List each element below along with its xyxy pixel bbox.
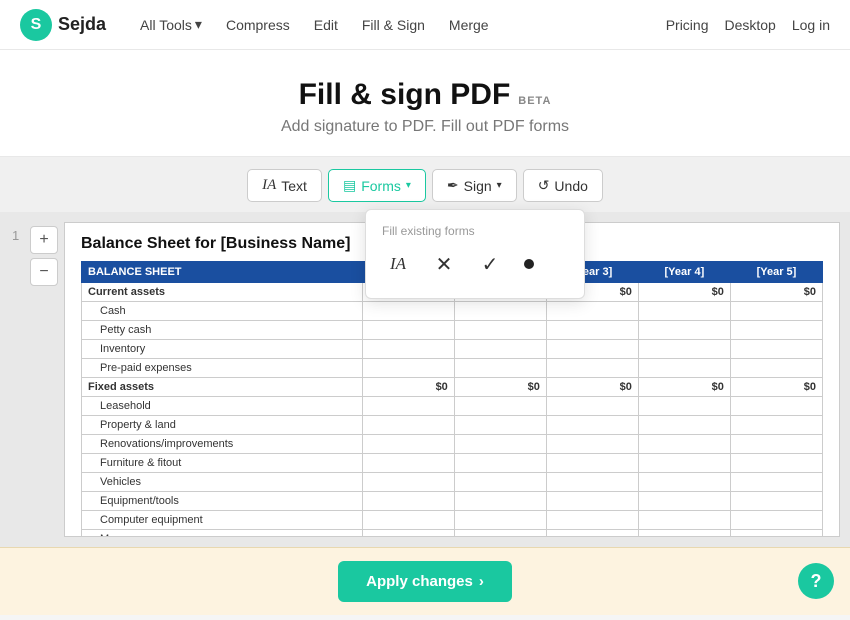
zoom-in-button[interactable]: +: [30, 226, 58, 254]
help-button[interactable]: ?: [798, 563, 834, 599]
nav-desktop[interactable]: Desktop: [724, 17, 775, 33]
table-row: Pre-paid expenses: [82, 359, 823, 378]
nav-links: All Tools ▾ Compress Edit Fill & Sign Me…: [130, 10, 658, 39]
sign-icon: ✒: [447, 177, 459, 194]
forms-dropdown: Fill existing forms IA ✕ ✓: [365, 209, 585, 299]
zoom-controls: + −: [30, 222, 64, 537]
page-number: 1: [10, 222, 30, 537]
beta-badge: BETA: [518, 95, 551, 107]
table-row: Fixed assets$0$0$0$0$0: [82, 378, 823, 397]
table-row: Cash: [82, 302, 823, 321]
table-row: Vehicles: [82, 473, 823, 492]
hero-section: Fill & sign PDF BETA Add signature to PD…: [0, 50, 850, 157]
chevron-down-icon: ▾: [195, 16, 202, 33]
nav-merge[interactable]: Merge: [439, 11, 499, 39]
text-tool-button[interactable]: IA Text: [247, 169, 322, 202]
nav-compress[interactable]: Compress: [216, 11, 300, 39]
table-row: Inventory: [82, 340, 823, 359]
table-row: Petty cash: [82, 321, 823, 340]
dropdown-text-icon[interactable]: IA: [382, 248, 414, 280]
balance-table: BALANCE SHEET [Year 1] [Year 2] [Year 3]…: [81, 261, 823, 537]
dropdown-cross-icon[interactable]: ✕: [428, 248, 460, 280]
sign-tool-button[interactable]: ✒ Sign ▾: [432, 169, 517, 202]
nav-right: Pricing Desktop Log in: [666, 17, 830, 33]
bottom-bar: Apply changes › ?: [0, 547, 850, 615]
nav-fill-sign[interactable]: Fill & Sign: [352, 11, 435, 39]
sign-caret-icon: ▾: [497, 180, 502, 191]
nav-edit[interactable]: Edit: [304, 11, 348, 39]
table-row: Equipment/tools: [82, 492, 823, 511]
navbar: S Sejda All Tools ▾ Compress Edit Fill &…: [0, 0, 850, 50]
forms-icon: ▤: [343, 177, 356, 194]
nav-all-tools[interactable]: All Tools ▾: [130, 10, 212, 39]
col-header-name: BALANCE SHEET: [82, 262, 363, 283]
dropdown-dot-icon[interactable]: [520, 259, 538, 269]
dropdown-check-icon[interactable]: ✓: [474, 248, 506, 280]
text-tool-icon: IA: [262, 177, 276, 194]
brand-name: Sejda: [58, 14, 106, 35]
table-row: Computer equipment: [82, 511, 823, 530]
table-row: Furniture & fitout: [82, 454, 823, 473]
nav-login[interactable]: Log in: [792, 17, 830, 33]
dropdown-icons-row: IA ✕ ✓: [366, 244, 584, 288]
apply-arrow-icon: ›: [479, 573, 484, 590]
logo-icon: S: [20, 9, 52, 41]
forms-caret-icon: ▾: [406, 180, 411, 191]
table-row: Leasehold: [82, 397, 823, 416]
nav-pricing[interactable]: Pricing: [666, 17, 709, 33]
zoom-out-button[interactable]: −: [30, 258, 58, 286]
table-row: More...: [82, 530, 823, 538]
hero-subtitle: Add signature to PDF. Fill out PDF forms: [0, 118, 850, 136]
table-row: Property & land: [82, 416, 823, 435]
undo-button[interactable]: ↺ Undo: [523, 169, 603, 202]
dropdown-section-label: Fill existing forms: [366, 220, 584, 244]
logo-area[interactable]: S Sejda: [20, 9, 106, 41]
table-row: Renovations/improvements: [82, 435, 823, 454]
col-header-year4: [Year 4]: [638, 262, 730, 283]
forms-tool-button[interactable]: ▤ Forms ▾: [328, 169, 426, 202]
undo-icon: ↺: [538, 177, 550, 194]
apply-changes-button[interactable]: Apply changes ›: [338, 561, 512, 602]
page-title: Fill & sign PDF BETA: [299, 78, 552, 112]
col-header-year5: [Year 5]: [730, 262, 822, 283]
toolbar: IA Text ▤ Forms ▾ ✒ Sign ▾ ↺ Undo Fill e…: [0, 157, 850, 212]
